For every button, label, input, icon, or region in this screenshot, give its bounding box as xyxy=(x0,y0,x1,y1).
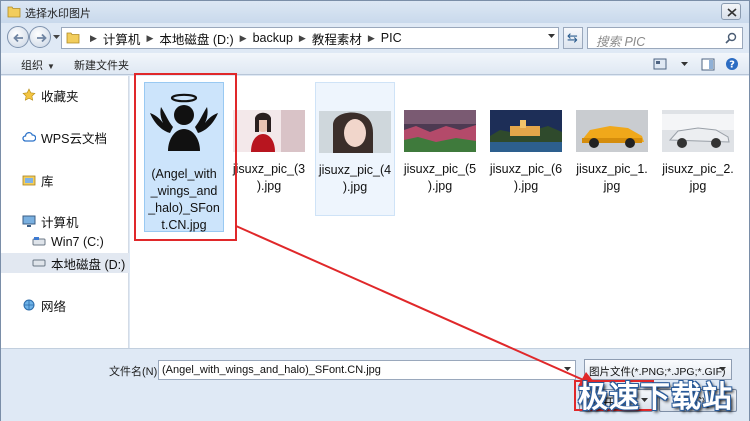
sidebar-item-label: Win7 (C:) xyxy=(51,235,104,249)
forward-button[interactable] xyxy=(29,26,51,48)
address-row: ▶ 计算机 ▶ 本地磁盘 (D:) ▶ backup ▶ 教程素材 ▶ PIC … xyxy=(1,23,749,51)
svg-text:?: ? xyxy=(729,60,735,71)
refresh-icon: ⇆ xyxy=(567,30,578,45)
breadcrumb-computer[interactable]: 计算机 xyxy=(103,29,141,48)
sidebar-item-label: 库 xyxy=(41,174,54,189)
new-folder-label: 新建文件夹 xyxy=(74,60,129,72)
computer-icon xyxy=(21,214,37,228)
sidebar-item-drive-c[interactable]: Win7 (C:) xyxy=(1,232,129,252)
refresh-button[interactable]: ⇆ xyxy=(563,27,583,49)
preview-pane-button[interactable] xyxy=(699,56,717,72)
file-item-pic-5[interactable]: jisuxz_pic_(5 ).jpg xyxy=(400,82,480,195)
preview-pane-icon xyxy=(701,58,715,70)
breadcrumb-tutorial[interactable]: 教程素材 xyxy=(312,29,362,48)
drive-icon xyxy=(31,235,47,249)
filename-value: (Angel_with_wings_and_halo)_SFont.CN.jpg xyxy=(162,364,381,376)
crumb-separator-icon: ▶ xyxy=(367,32,375,43)
folder-icon xyxy=(66,32,80,44)
sidebar-item-label: WPS云文档 xyxy=(41,131,107,146)
file-name: jisuxz_pic_1. jpg xyxy=(576,162,648,193)
network-icon xyxy=(21,298,37,312)
library-icon xyxy=(21,173,37,187)
search-placeholder: 搜索 PIC xyxy=(596,35,646,49)
file-name: (Angel_with _wings_and _halo)_SFon t.CN.… xyxy=(148,167,220,232)
organize-label: 组织 xyxy=(21,60,43,72)
file-dialog: 选择水印图片 ▶ 计算机 ▶ 本地磁盘 (D:) ▶ backup ▶ 教程素材… xyxy=(0,0,750,421)
view-icon xyxy=(653,58,667,70)
breadcrumb-drive-d[interactable]: 本地磁盘 (D:) xyxy=(159,29,233,48)
back-button[interactable] xyxy=(7,26,29,48)
close-icon xyxy=(727,8,737,17)
photo-thumbnail xyxy=(490,110,562,152)
sidebar-item-libraries[interactable]: 库 xyxy=(1,170,129,190)
file-list: (Angel_with _wings_and _halo)_SFon t.CN.… xyxy=(130,76,749,348)
watermark-logo: 极速下载站 xyxy=(578,380,733,415)
file-name: jisuxz_pic_2. jpg xyxy=(662,162,734,193)
angel-image-thumbnail xyxy=(150,93,218,151)
file-item-pic-4[interactable]: jisuxz_pic_(4 ).jpg xyxy=(315,82,395,216)
help-icon: ? xyxy=(726,58,738,71)
crumb-separator-icon: ▶ xyxy=(239,32,247,43)
view-controls: ? xyxy=(651,56,741,72)
chevron-down-icon[interactable] xyxy=(564,367,571,372)
crumb-separator-icon: ▶ xyxy=(146,32,154,43)
photo-thumbnail xyxy=(404,110,476,152)
sidebar-item-favorites[interactable]: 收藏夹 xyxy=(1,85,129,105)
sidebar-item-label: 本地磁盘 (D:) xyxy=(51,257,126,272)
new-folder-button[interactable]: 新建文件夹 xyxy=(74,57,129,73)
star-icon xyxy=(21,88,37,102)
search-input[interactable]: 搜索 PIC xyxy=(587,27,743,49)
photo-thumbnail xyxy=(662,110,734,152)
chevron-down-icon: ▼ xyxy=(47,62,55,71)
photo-thumbnail xyxy=(233,110,305,152)
recent-locations-dropdown-icon[interactable] xyxy=(53,35,60,40)
view-dropdown[interactable] xyxy=(675,56,693,72)
sidebar-item-label: 网络 xyxy=(41,299,67,314)
file-name: jisuxz_pic_(6 ).jpg xyxy=(489,162,563,193)
crumb-separator-icon: ▶ xyxy=(298,32,306,43)
photo-thumbnail xyxy=(319,111,391,153)
close-button[interactable] xyxy=(721,3,741,20)
arrow-left-icon xyxy=(13,33,23,43)
sidebar-item-wps-cloud[interactable]: WPS云文档 xyxy=(1,127,129,147)
filename-input[interactable]: (Angel_with_wings_and_halo)_SFont.CN.jpg xyxy=(158,360,576,380)
organize-menu[interactable]: 组织 ▼ xyxy=(21,57,55,73)
photo-thumbnail xyxy=(576,110,648,152)
navigation-pane: 收藏夹 WPS云文档 库 计算机 Win7 (C:) 本地磁盘 (D:) 网络 xyxy=(1,76,129,348)
file-name: jisuxz_pic_(5 ).jpg xyxy=(403,162,477,193)
breadcrumb-pic[interactable]: PIC xyxy=(381,31,402,45)
file-item-pic-6[interactable]: jisuxz_pic_(6 ).jpg xyxy=(486,82,566,195)
command-bar: 组织 ▼ 新建文件夹 ? xyxy=(1,53,749,75)
filename-label: 文件名(N): xyxy=(109,366,161,378)
drive-icon xyxy=(31,256,47,270)
sidebar-item-label: 收藏夹 xyxy=(41,89,79,104)
file-name: jisuxz_pic_(4 ).jpg xyxy=(318,163,392,194)
crumb-separator-icon: ▶ xyxy=(90,32,97,43)
breadcrumb: ▶ 计算机 ▶ 本地磁盘 (D:) ▶ backup ▶ 教程素材 ▶ PIC xyxy=(84,28,402,48)
folder-icon xyxy=(7,6,21,18)
title-bar: 选择水印图片 xyxy=(1,1,749,23)
arrow-right-icon xyxy=(37,33,47,43)
breadcrumb-backup[interactable]: backup xyxy=(253,31,293,45)
cloud-icon xyxy=(21,130,37,144)
file-item-angel[interactable]: (Angel_with _wings_and _halo)_SFon t.CN.… xyxy=(144,82,224,232)
chevron-down-icon xyxy=(680,61,688,66)
sidebar-item-drive-d[interactable]: 本地磁盘 (D:) xyxy=(1,253,129,273)
sidebar-item-computer[interactable]: 计算机 xyxy=(1,211,129,231)
sidebar-item-label: 计算机 xyxy=(41,215,79,230)
address-bar[interactable]: ▶ 计算机 ▶ 本地磁盘 (D:) ▶ backup ▶ 教程素材 ▶ PIC xyxy=(61,27,559,49)
change-view-button[interactable] xyxy=(651,56,669,72)
search-icon[interactable] xyxy=(725,32,737,44)
file-item-pic-2[interactable]: jisuxz_pic_2. jpg xyxy=(658,82,738,195)
file-item-pic-1[interactable]: jisuxz_pic_1. jpg xyxy=(572,82,652,195)
window-title: 选择水印图片 xyxy=(25,8,91,20)
address-dropdown-icon[interactable] xyxy=(548,34,555,39)
file-item-pic-3[interactable]: jisuxz_pic_(3 ).jpg xyxy=(229,82,309,195)
sidebar-item-network[interactable]: 网络 xyxy=(1,295,129,315)
help-button[interactable]: ? xyxy=(723,56,741,72)
file-name: jisuxz_pic_(3 ).jpg xyxy=(232,162,306,193)
